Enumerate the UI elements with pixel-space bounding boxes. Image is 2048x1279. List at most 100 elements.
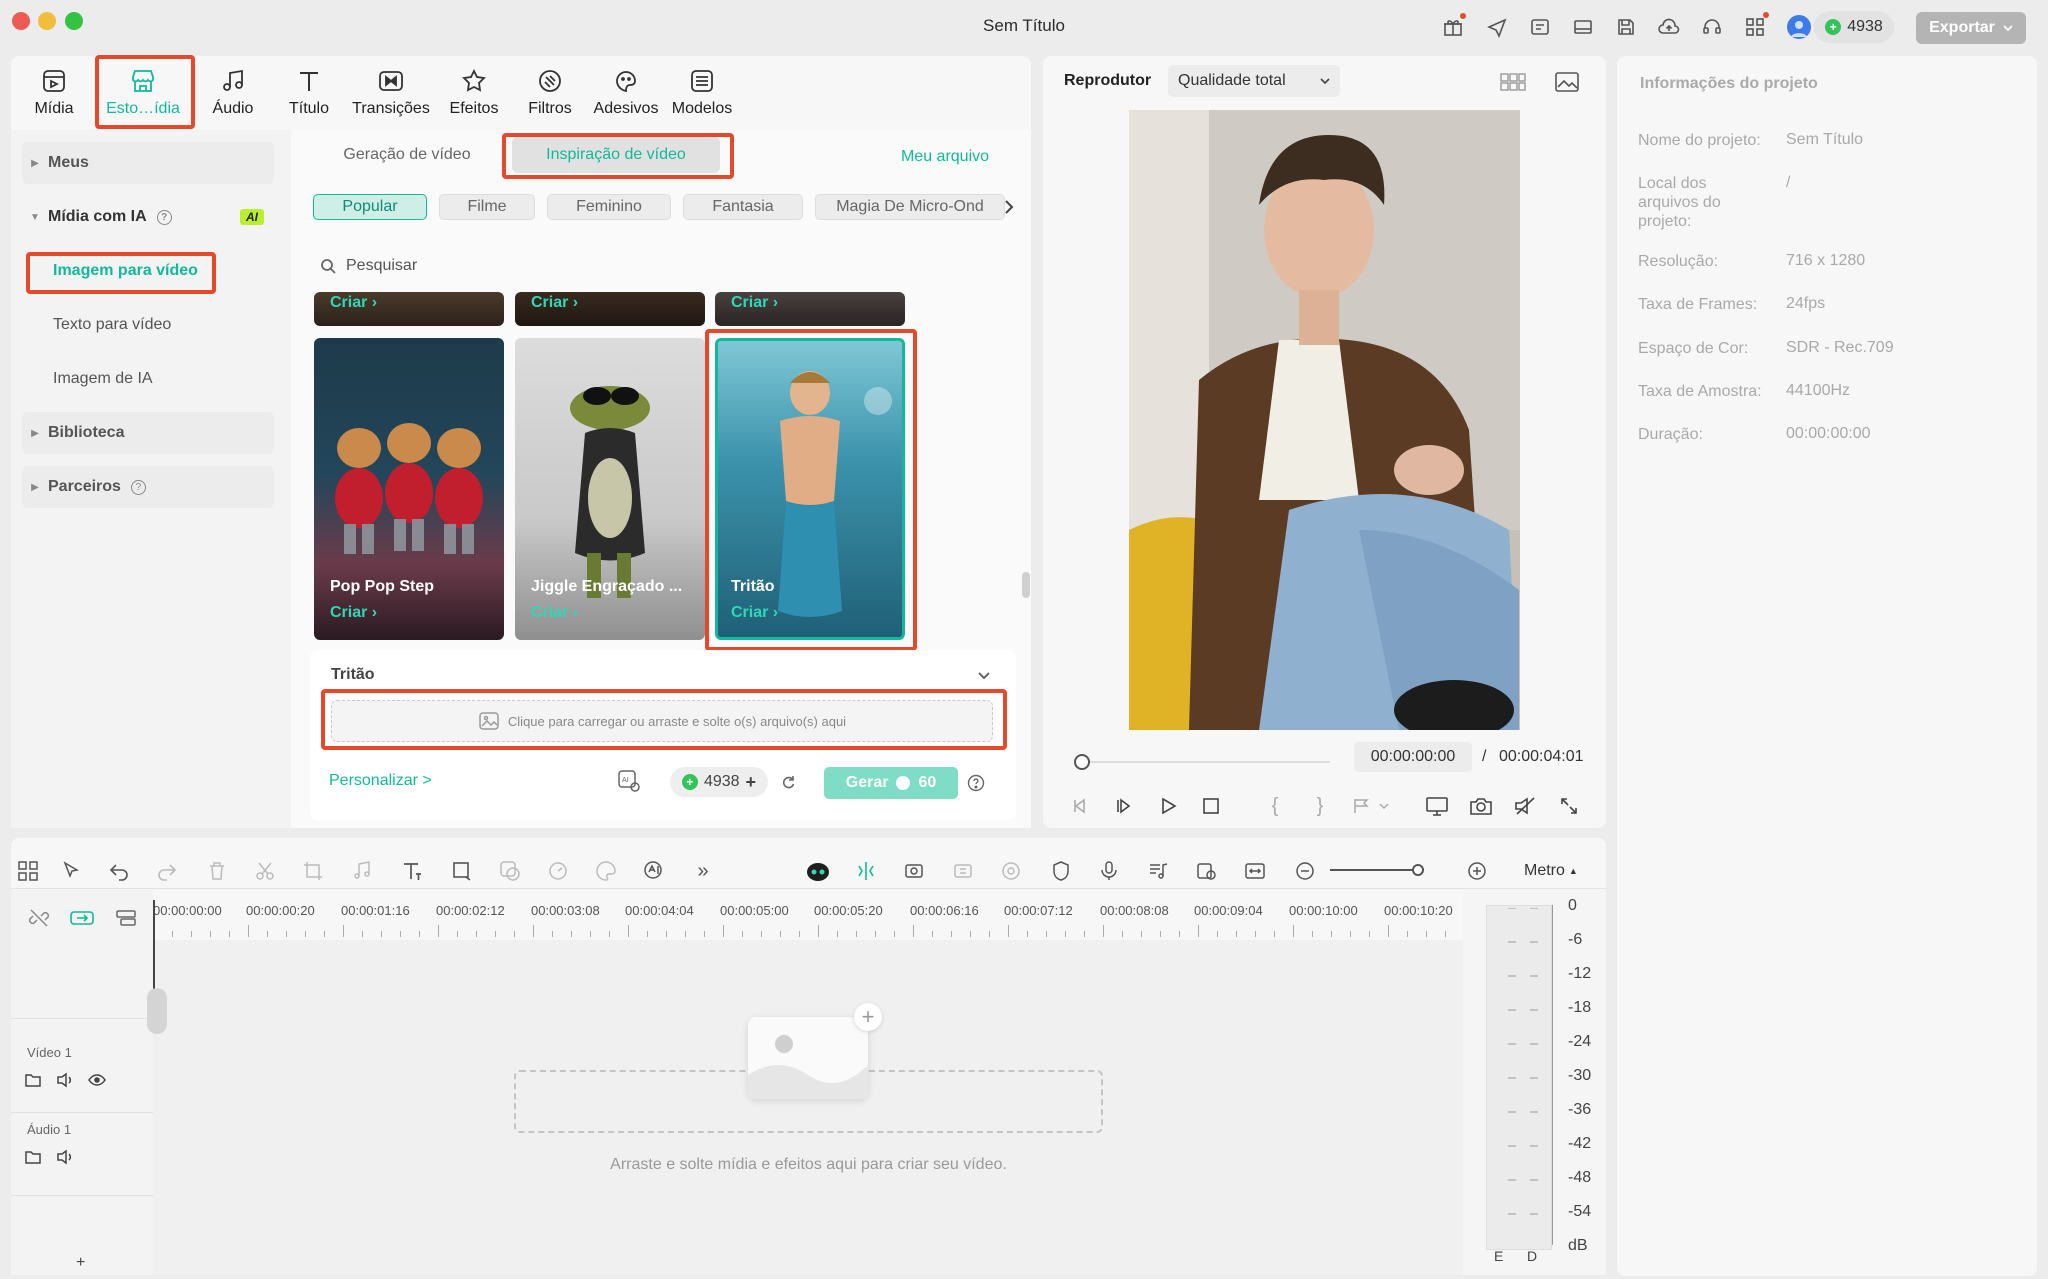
sidebar-item-texto-para-video[interactable]: Texto para vídeo bbox=[22, 304, 274, 346]
delete-icon[interactable] bbox=[204, 858, 230, 884]
image-view-icon[interactable] bbox=[1552, 69, 1582, 95]
volume-icon[interactable] bbox=[54, 1070, 76, 1090]
mask-icon[interactable] bbox=[497, 858, 523, 884]
tab-media[interactable]: Mídia bbox=[14, 60, 94, 124]
redo-icon[interactable] bbox=[154, 858, 180, 884]
content-scrollbar[interactable] bbox=[1022, 572, 1030, 598]
export-button[interactable]: Exportar bbox=[1916, 12, 2026, 44]
tab-geracao-video[interactable]: Geração de vídeo bbox=[330, 137, 484, 173]
cloud-upload-icon[interactable] bbox=[1656, 14, 1682, 40]
next-frame-icon[interactable] bbox=[1112, 794, 1136, 818]
sidebar-item-biblioteca[interactable]: ▶ Biblioteca bbox=[22, 412, 274, 454]
more-tools-icon[interactable]: » bbox=[690, 858, 716, 884]
media-card-pop-pop-step[interactable]: Pop Pop Step Criar › bbox=[314, 338, 504, 640]
chevron-down-icon[interactable] bbox=[974, 668, 994, 684]
credits-pill[interactable]: + 4938 bbox=[1814, 11, 1894, 43]
playhead-handle[interactable] bbox=[147, 988, 167, 1034]
add-media-plus-icon[interactable]: + bbox=[854, 1003, 882, 1031]
add-credits-icon[interactable]: + bbox=[746, 772, 757, 793]
shield-icon[interactable] bbox=[1048, 858, 1074, 884]
chevron-right-icon[interactable] bbox=[998, 194, 1020, 220]
layout-grid-icon[interactable] bbox=[15, 858, 41, 884]
fit-width-icon[interactable] bbox=[1242, 858, 1268, 884]
color-palette-icon[interactable] bbox=[593, 858, 619, 884]
fullscreen-icon[interactable] bbox=[1556, 794, 1582, 818]
music-list-icon[interactable] bbox=[1145, 858, 1171, 884]
playhead-line[interactable] bbox=[153, 900, 155, 990]
tab-transitions[interactable]: Transições bbox=[351, 60, 431, 124]
refresh-icon[interactable] bbox=[776, 770, 800, 794]
credit-counter[interactable]: + 4938 + bbox=[670, 767, 768, 797]
meu-arquivo-link[interactable]: Meu arquivo bbox=[890, 139, 1000, 175]
create-link[interactable]: Criar › bbox=[330, 294, 377, 312]
send-icon[interactable] bbox=[1484, 14, 1510, 40]
audio-edit-icon[interactable] bbox=[349, 858, 375, 884]
tab-filters[interactable]: Filtros bbox=[510, 60, 590, 124]
display-icon[interactable] bbox=[1424, 794, 1450, 818]
create-link[interactable]: Criar › bbox=[330, 604, 377, 622]
speed-icon[interactable] bbox=[545, 858, 571, 884]
zoom-in-icon[interactable] bbox=[1464, 858, 1490, 884]
eye-icon[interactable] bbox=[86, 1070, 108, 1090]
chip-feminino[interactable]: Feminino bbox=[547, 194, 671, 220]
motion-track-icon[interactable] bbox=[901, 858, 927, 884]
sidebar-item-parceiros[interactable]: ▶ Parceiros ? bbox=[22, 466, 274, 508]
previous-frame-icon[interactable] bbox=[1068, 794, 1092, 818]
search-input[interactable]: Pesquisar bbox=[346, 257, 417, 275]
sidebar-item-midia-ia[interactable]: ▼ Mídia com IA ? AI bbox=[22, 196, 274, 238]
chip-fantasia[interactable]: Fantasia bbox=[683, 194, 803, 220]
meter-toggle[interactable]: Metro ▲ bbox=[1524, 862, 1578, 880]
quality-dropdown[interactable]: Qualidade total bbox=[1168, 65, 1340, 97]
mark-in-icon[interactable]: { bbox=[1263, 794, 1287, 818]
unlink-icon[interactable] bbox=[26, 906, 52, 930]
create-link[interactable]: Criar › bbox=[531, 294, 578, 312]
shape-tool-icon[interactable] bbox=[449, 858, 475, 884]
microphone-icon[interactable] bbox=[1096, 858, 1122, 884]
scrubber-track[interactable] bbox=[1090, 761, 1330, 763]
add-track-button[interactable]: + bbox=[76, 1254, 85, 1272]
media-card-partial[interactable]: Criar › bbox=[715, 292, 905, 326]
folder-icon[interactable] bbox=[22, 1070, 44, 1090]
playhead-knob[interactable] bbox=[1074, 754, 1090, 770]
undo-icon[interactable] bbox=[106, 858, 132, 884]
create-link[interactable]: Criar › bbox=[731, 294, 778, 312]
link-clips-icon[interactable] bbox=[68, 906, 96, 930]
layout-icon[interactable] bbox=[1570, 14, 1596, 40]
media-card-partial[interactable]: Criar › bbox=[314, 292, 504, 326]
crop-icon[interactable] bbox=[300, 858, 326, 884]
chip-filme[interactable]: Filme bbox=[439, 194, 535, 220]
play-icon[interactable] bbox=[1156, 794, 1180, 818]
feedback-icon[interactable] bbox=[1527, 14, 1553, 40]
tab-templates[interactable]: Modelos bbox=[662, 60, 742, 124]
mark-out-icon[interactable]: } bbox=[1308, 794, 1332, 818]
zoom-slider-track[interactable] bbox=[1330, 869, 1422, 871]
current-timecode[interactable]: 00:00:00:00 bbox=[1354, 742, 1472, 772]
sidebar-item-imagem-ia[interactable]: Imagem de IA bbox=[22, 358, 274, 400]
gerar-button[interactable]: Gerar 60 bbox=[824, 767, 958, 799]
sidebar-item-meus[interactable]: ▶ Meus bbox=[22, 142, 274, 184]
search-field[interactable]: Pesquisar bbox=[320, 252, 1000, 280]
save-icon[interactable] bbox=[1613, 14, 1639, 40]
tab-stickers[interactable]: Adesivos bbox=[586, 60, 666, 124]
text-tool-icon[interactable] bbox=[399, 858, 425, 884]
scissors-icon[interactable] bbox=[252, 858, 278, 884]
zoom-slider-knob[interactable] bbox=[1412, 864, 1424, 876]
stabilize-icon[interactable] bbox=[998, 858, 1024, 884]
audio-mute-icon[interactable] bbox=[1512, 794, 1538, 818]
media-card-partial[interactable]: Criar › bbox=[515, 292, 705, 326]
tab-effects[interactable]: Efeitos bbox=[434, 60, 514, 124]
volume-icon[interactable] bbox=[54, 1147, 76, 1167]
help-icon[interactable] bbox=[964, 771, 988, 795]
avatar[interactable] bbox=[1787, 15, 1811, 39]
track-layout-icon[interactable] bbox=[112, 906, 140, 930]
ai-robot-icon[interactable] bbox=[805, 858, 831, 884]
stop-icon[interactable] bbox=[1199, 794, 1223, 818]
create-link[interactable]: Criar › bbox=[531, 604, 578, 622]
support-headset-icon[interactable] bbox=[1699, 14, 1725, 40]
zoom-out-icon[interactable] bbox=[1292, 858, 1318, 884]
tab-audio[interactable]: Áudio bbox=[193, 60, 273, 124]
folder-icon[interactable] bbox=[22, 1147, 44, 1167]
ai-effect-icon[interactable] bbox=[950, 858, 976, 884]
chip-popular[interactable]: Popular bbox=[313, 194, 427, 220]
apps-grid-icon[interactable] bbox=[1742, 14, 1768, 40]
